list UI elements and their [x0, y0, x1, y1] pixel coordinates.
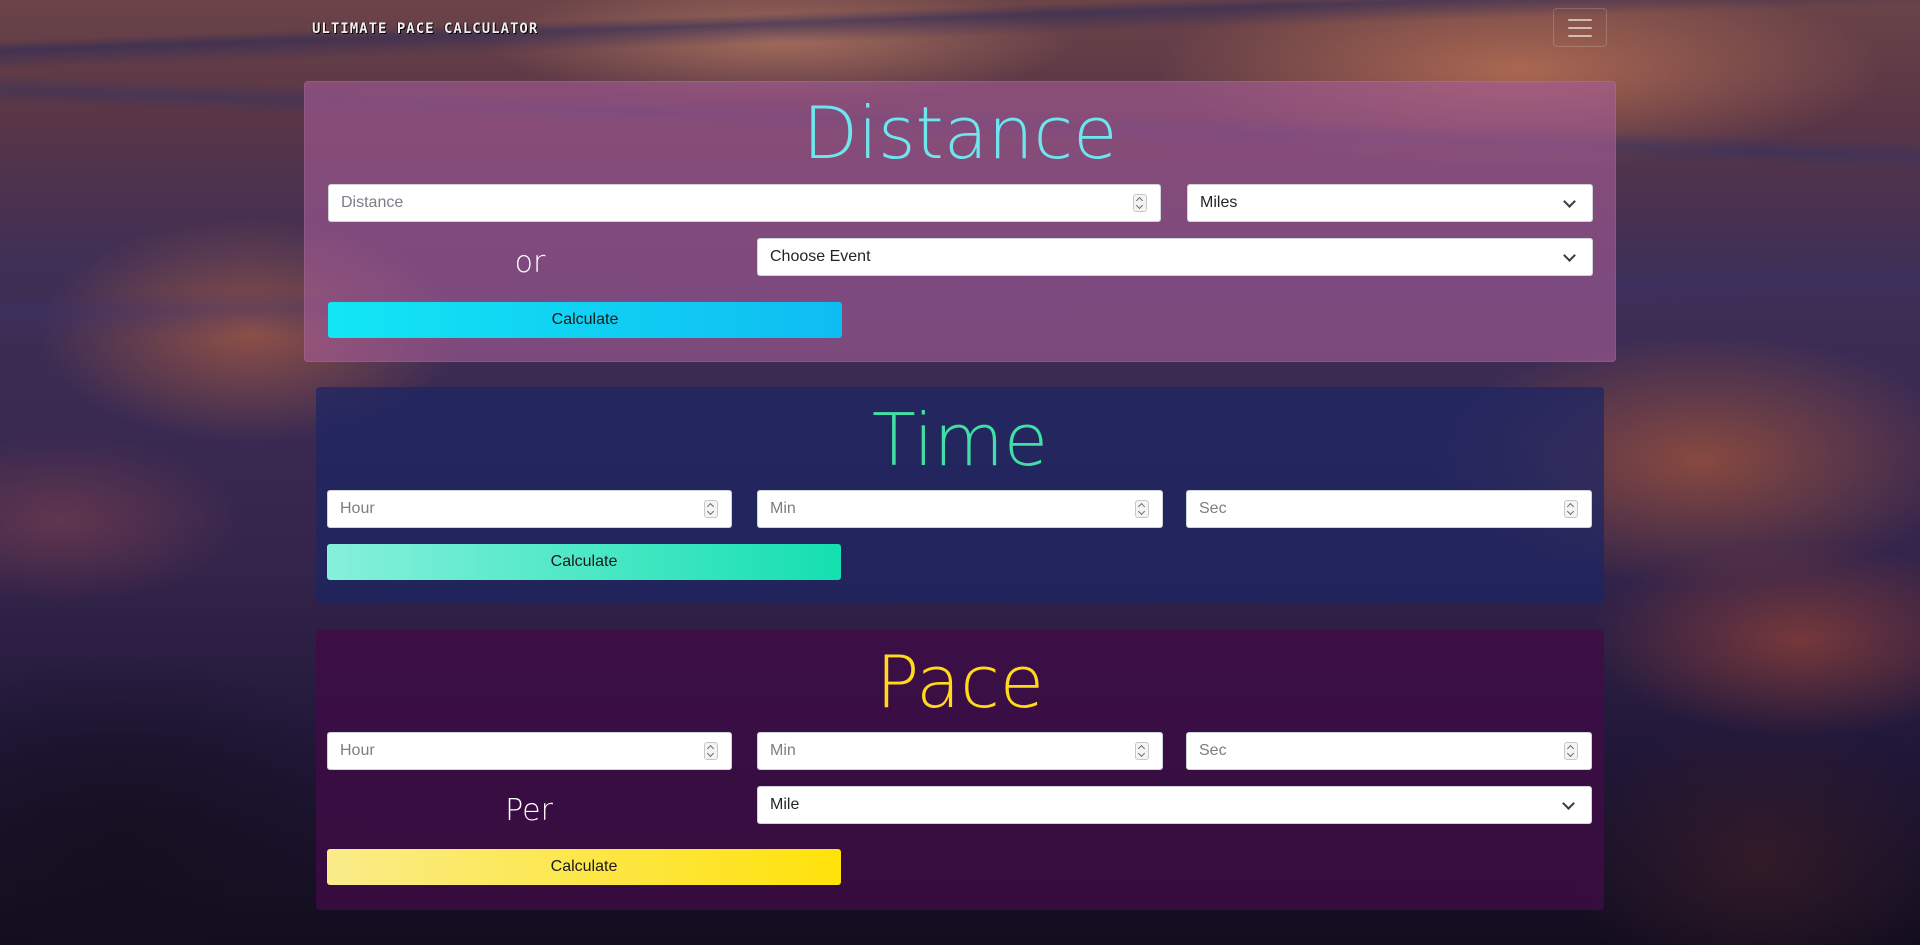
pace-hour-placeholder: Hour — [340, 742, 375, 759]
chevron-down-icon — [1563, 249, 1576, 262]
number-spinner-icon[interactable] — [1133, 194, 1147, 212]
pace-min-input[interactable]: Min — [757, 732, 1163, 770]
navbar: ULTIMATE PACE CALCULATOR — [0, 0, 1920, 56]
distance-title: Distance — [802, 91, 1118, 175]
pace-title: Pace — [875, 640, 1045, 724]
navbar-toggle-button[interactable] — [1553, 8, 1607, 47]
time-sec-placeholder: Sec — [1199, 500, 1227, 517]
distance-input-placeholder: Distance — [341, 194, 404, 211]
distance-calculate-button[interactable]: Calculate — [328, 302, 842, 338]
distance-card: Distance Distance Miles or Choose Event … — [304, 81, 1616, 362]
event-select-value: Choose Event — [770, 248, 871, 265]
number-spinner-icon[interactable] — [1135, 500, 1149, 518]
pace-sec-input[interactable]: Sec — [1186, 732, 1592, 770]
time-hour-placeholder: Hour — [340, 500, 375, 517]
pace-per-select[interactable]: Mile — [757, 786, 1592, 824]
time-calculate-button[interactable]: Calculate — [327, 544, 841, 580]
number-spinner-icon[interactable] — [704, 500, 718, 518]
number-spinner-icon[interactable] — [1135, 742, 1149, 760]
chevron-down-icon — [1562, 797, 1575, 810]
time-card: Time Hour Min Sec Calculate — [316, 387, 1604, 604]
pace-calculate-button[interactable]: Calculate — [327, 849, 841, 885]
number-spinner-icon[interactable] — [1564, 742, 1578, 760]
pace-card: Pace Hour Min Sec Per Mile Calculate — [316, 629, 1604, 910]
hamburger-menu-icon — [1568, 34, 1592, 37]
distance-unit-select[interactable]: Miles — [1187, 184, 1593, 222]
or-label: or — [514, 245, 546, 280]
time-sec-input[interactable]: Sec — [1186, 490, 1592, 528]
hamburger-menu-icon — [1568, 26, 1592, 29]
pace-min-placeholder: Min — [770, 742, 796, 759]
distance-unit-value: Miles — [1200, 194, 1238, 211]
time-min-placeholder: Min — [770, 500, 796, 517]
per-label: Per — [505, 793, 553, 828]
time-min-input[interactable]: Min — [757, 490, 1163, 528]
number-spinner-icon[interactable] — [704, 742, 718, 760]
chevron-down-icon — [1563, 195, 1576, 208]
distance-input[interactable]: Distance — [328, 184, 1161, 222]
hamburger-menu-icon — [1568, 18, 1592, 21]
pace-sec-placeholder: Sec — [1199, 742, 1227, 759]
pace-per-value: Mile — [770, 796, 800, 813]
brand-logo[interactable]: ULTIMATE PACE CALCULATOR — [312, 21, 538, 37]
pace-hour-input[interactable]: Hour — [327, 732, 732, 770]
number-spinner-icon[interactable] — [1564, 500, 1578, 518]
time-hour-input[interactable]: Hour — [327, 490, 732, 528]
event-select[interactable]: Choose Event — [757, 238, 1593, 276]
time-title: Time — [871, 398, 1049, 482]
